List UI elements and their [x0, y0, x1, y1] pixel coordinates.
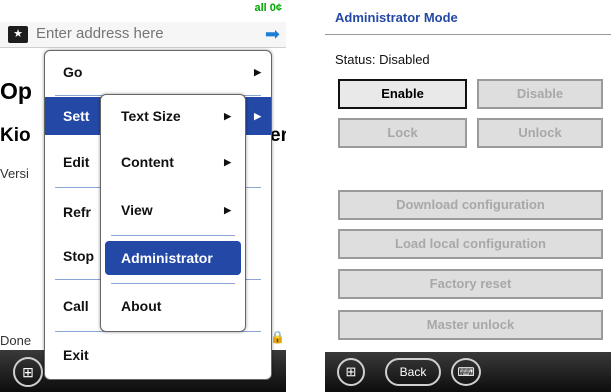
title-divider [325, 34, 611, 35]
windows-start-icon[interactable]: ⊞ [13, 357, 43, 387]
enable-button[interactable]: Enable [338, 79, 467, 109]
submenu-item-label: Administrator [121, 250, 213, 266]
menu-item-label: Go [63, 64, 83, 80]
menu-item-label: Stop [63, 248, 95, 264]
chevron-right-icon: ▶ [254, 111, 261, 121]
chevron-right-icon: ▶ [224, 205, 231, 215]
page-title: Administrator Mode [335, 10, 458, 25]
submenu-item-view[interactable]: View ▶ [105, 193, 241, 227]
submenu-item-label: View [121, 202, 153, 218]
menu-separator [111, 283, 235, 284]
download-configuration-button[interactable]: Download configuration [338, 190, 603, 220]
lock-button[interactable]: Lock [338, 118, 467, 148]
master-unlock-button[interactable]: Master unlock [338, 310, 603, 340]
status-done-text: Done [0, 333, 32, 348]
admin-screen: Administrator Mode Status: Disabled Enab… [325, 0, 611, 392]
status-bar: all 0¢ [0, 0, 286, 22]
settings-submenu: Text Size ▶ Content ▶ View ▶ Administrator … [100, 94, 246, 332]
menu-item-exit[interactable]: Exit [45, 336, 271, 374]
menu-item-label: Sett [63, 108, 90, 124]
chevron-right-icon: ▶ [224, 157, 231, 167]
signal-icon: all 0¢ [254, 2, 282, 14]
page-subheading: Kio [0, 125, 31, 146]
chevron-right-icon: ▶ [224, 111, 231, 121]
taskbar: ⊞ Back ⌨ [325, 352, 611, 392]
go-arrow-icon[interactable]: ➡ [265, 24, 280, 45]
menu-item-label: Refr [63, 204, 92, 220]
disable-button[interactable]: Disable [477, 79, 603, 109]
page-subheading-tail: er [270, 125, 286, 146]
submenu-item-label: About [121, 298, 162, 314]
address-input[interactable] [36, 25, 236, 42]
submenu-item-label: Text Size [121, 108, 181, 124]
menu-item-label: Edit [63, 154, 90, 170]
submenu-item-about[interactable]: About [105, 289, 241, 323]
lock-icon: 🔒 [270, 330, 285, 344]
windows-start-icon[interactable]: ⊞ [337, 358, 365, 386]
menu-item-label: Call [63, 298, 89, 314]
back-button[interactable]: Back [385, 358, 441, 386]
status-text: Status: Disabled [335, 52, 430, 67]
chevron-right-icon: ▶ [254, 67, 261, 77]
page-heading: Op [0, 78, 32, 104]
submenu-item-content[interactable]: Content ▶ [105, 145, 241, 179]
menu-separator [111, 235, 235, 236]
version-text: Versi [0, 166, 29, 181]
browser-screen: all 0¢ ★ ➡ Op Kio er Versi Done 🔒 ⊞ Go▶ … [0, 0, 286, 392]
submenu-item-administrator[interactable]: Administrator [105, 241, 241, 275]
menu-item-go[interactable]: Go ▶ [45, 53, 271, 91]
submenu-item-label: Content [121, 154, 174, 170]
load-local-configuration-button[interactable]: Load local configuration [338, 229, 603, 259]
menu-item-label: Exit [63, 347, 89, 363]
keyboard-icon[interactable]: ⌨ [451, 358, 481, 386]
factory-reset-button[interactable]: Factory reset [338, 269, 603, 299]
favorites-icon[interactable]: ★ [8, 26, 28, 43]
submenu-item-text-size[interactable]: Text Size ▶ [105, 99, 241, 133]
address-bar: ★ ➡ [0, 22, 286, 48]
unlock-button[interactable]: Unlock [477, 118, 603, 148]
